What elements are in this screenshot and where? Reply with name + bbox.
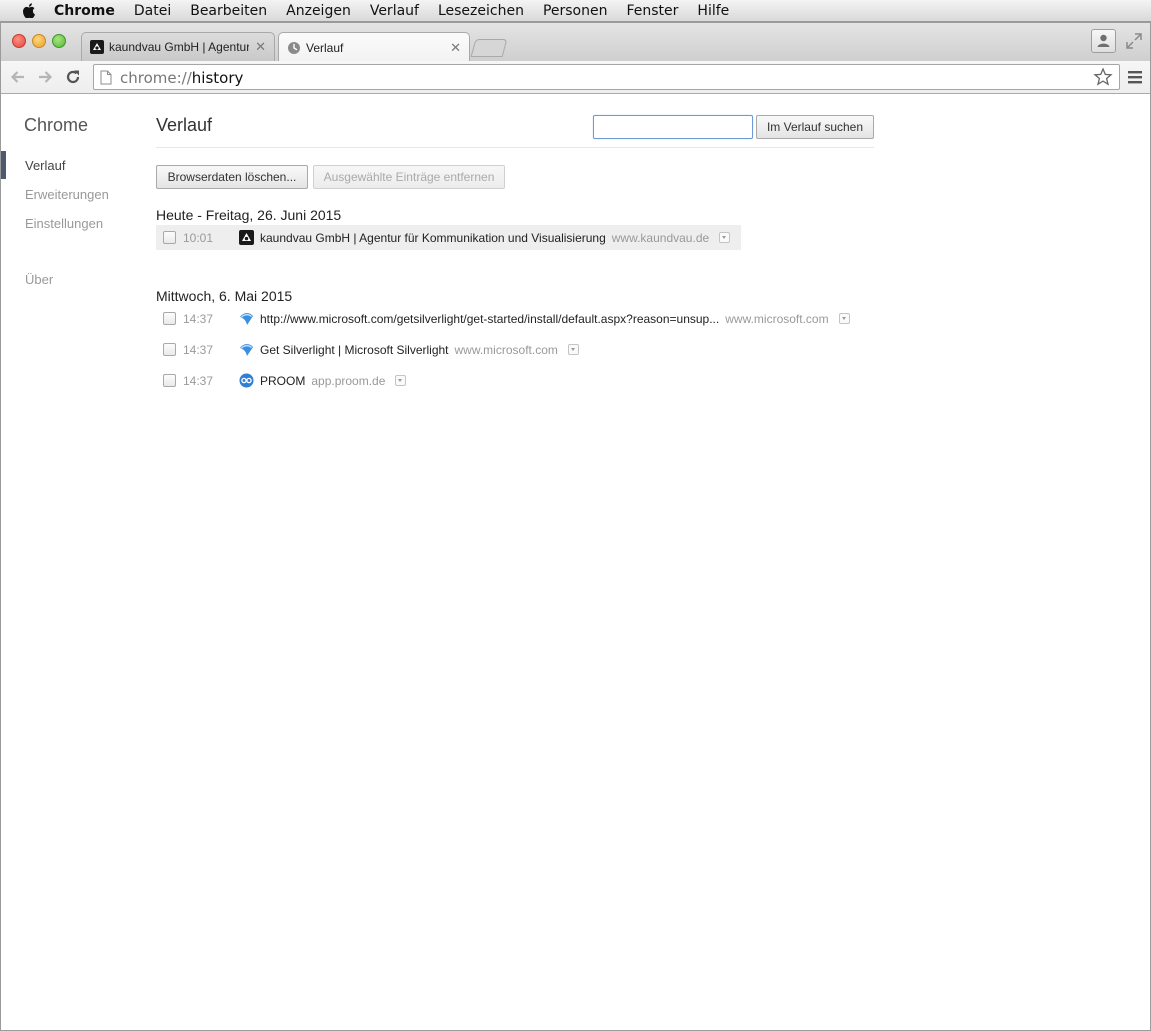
day-header: Mittwoch, 6. Mai 2015 — [156, 288, 293, 304]
bookmark-star-icon[interactable] — [1093, 67, 1113, 87]
silverlight-favicon-icon — [240, 313, 253, 325]
entry-time: 10:01 — [183, 230, 214, 245]
entry-time: 14:37 — [183, 342, 214, 357]
entry-checkbox[interactable] — [163, 374, 176, 387]
window-close-button[interactable] — [12, 34, 26, 48]
apple-logo-icon[interactable] — [22, 3, 36, 18]
history-clock-icon — [288, 41, 300, 54]
entry-domain: app.proom.de — [311, 373, 386, 388]
entry-title-link[interactable]: kaundvau GmbH | Agentur für Kommunikatio… — [260, 231, 606, 245]
history-entry[interactable]: 14:37 http://www.microsoft.com/getsilver… — [156, 306, 856, 331]
tab-close-icon[interactable]: ✕ — [450, 40, 461, 56]
menu-lesezeichen[interactable]: Lesezeichen — [438, 3, 524, 19]
history-entry[interactable]: 10:01 kaundvau GmbH | Agentur für Kommun… — [156, 225, 741, 250]
sidebar-item-erweiterungen[interactable]: Erweiterungen — [25, 187, 109, 202]
entry-checkbox[interactable] — [163, 312, 176, 325]
url-scheme: chrome:// — [120, 69, 192, 87]
sidebar-title: Chrome — [24, 115, 89, 135]
tab-label: Verlauf — [306, 40, 344, 55]
entry-time: 14:37 — [183, 373, 214, 388]
window-zoom-button[interactable] — [52, 34, 66, 48]
clear-browsing-data-button[interactable]: Browserdaten löschen... — [156, 165, 308, 189]
back-arrow-icon[interactable] — [9, 68, 27, 86]
tab-label: kaundvau GmbH | Agentur — [109, 40, 250, 54]
entry-menu-dropdown-icon[interactable] — [395, 375, 407, 386]
entry-menu-dropdown-icon[interactable] — [838, 313, 850, 324]
history-page: Chrome Verlauf Erweiterungen Einstellung… — [1, 94, 1150, 1030]
address-bar[interactable]: chrome://history — [93, 64, 1120, 90]
menu-anzeigen[interactable]: Anzeigen — [286, 3, 351, 19]
entry-menu-dropdown-icon[interactable] — [719, 232, 731, 243]
search-history-button[interactable]: Im Verlauf suchen — [756, 115, 874, 139]
menu-datei[interactable]: Datei — [134, 3, 171, 19]
day-header: Heute - Freitag, 26. Juni 2015 — [156, 207, 342, 223]
tab-strip: kaundvau GmbH | Agentur ✕ Verlauf ✕ — [1, 23, 1150, 62]
menu-personen[interactable]: Personen — [543, 3, 608, 19]
entry-domain: www.microsoft.com — [454, 342, 558, 357]
page-title: Verlauf — [156, 115, 213, 135]
browser-toolbar: chrome://history — [1, 61, 1150, 94]
entry-title-link[interactable]: Get Silverlight | Microsoft Silverlight — [260, 343, 449, 357]
kaundvau-favicon-icon — [90, 40, 104, 54]
menu-verlauf[interactable]: Verlauf — [370, 3, 419, 19]
mac-menu-bar: Chrome Datei Bearbeiten Anzeigen Verlauf… — [0, 0, 1151, 22]
person-icon — [1097, 34, 1110, 47]
page-icon — [100, 70, 112, 85]
entry-title-link[interactable]: PROOM — [260, 374, 305, 388]
browser-window: kaundvau GmbH | Agentur ✕ Verlauf ✕ chro… — [0, 22, 1151, 1031]
new-tab-button[interactable] — [470, 39, 508, 57]
url-path: history — [191, 69, 244, 87]
forward-arrow-icon[interactable] — [36, 68, 54, 86]
sidebar-item-einstellungen[interactable]: Einstellungen — [25, 216, 103, 231]
silverlight-favicon-icon — [240, 344, 253, 356]
menu-fenster[interactable]: Fenster — [626, 3, 678, 19]
menu-app-name[interactable]: Chrome — [54, 3, 115, 19]
hamburger-menu-icon[interactable] — [1128, 69, 1142, 85]
profile-button[interactable] — [1091, 29, 1116, 53]
entry-checkbox[interactable] — [163, 231, 176, 244]
sidebar-item-verlauf[interactable]: Verlauf — [25, 158, 65, 173]
entry-domain: www.kaundvau.de — [611, 230, 710, 245]
address-url: chrome://history — [120, 69, 243, 87]
entry-checkbox[interactable] — [163, 343, 176, 356]
entry-title-link[interactable]: http://www.microsoft.com/getsilverlight/… — [260, 312, 719, 326]
proom-favicon-icon — [239, 373, 254, 388]
divider — [156, 147, 874, 148]
sidebar-item-ueber[interactable]: Über — [25, 272, 53, 287]
history-search-input[interactable] — [593, 115, 753, 139]
tab-close-icon[interactable]: ✕ — [255, 39, 266, 55]
entry-menu-dropdown-icon[interactable] — [567, 344, 579, 355]
tab-kaundvau[interactable]: kaundvau GmbH | Agentur ✕ — [81, 32, 275, 61]
menu-bearbeiten[interactable]: Bearbeiten — [190, 3, 267, 19]
tab-verlauf[interactable]: Verlauf ✕ — [278, 32, 470, 62]
history-entry[interactable]: 14:37 Get Silverlight | Microsoft Silver… — [156, 337, 585, 362]
reload-icon[interactable] — [64, 68, 82, 86]
window-minimize-button[interactable] — [32, 34, 46, 48]
kaundvau-favicon-icon — [239, 230, 254, 245]
history-entry[interactable]: 14:37 PROOM app.proom.de — [156, 368, 412, 393]
fullscreen-icon[interactable] — [1125, 32, 1143, 50]
active-nav-indicator — [1, 151, 6, 179]
remove-selected-button[interactable]: Ausgewählte Einträge entfernen — [313, 165, 505, 189]
entry-time: 14:37 — [183, 311, 214, 326]
menu-hilfe[interactable]: Hilfe — [697, 3, 729, 19]
entry-domain: www.microsoft.com — [725, 311, 829, 326]
